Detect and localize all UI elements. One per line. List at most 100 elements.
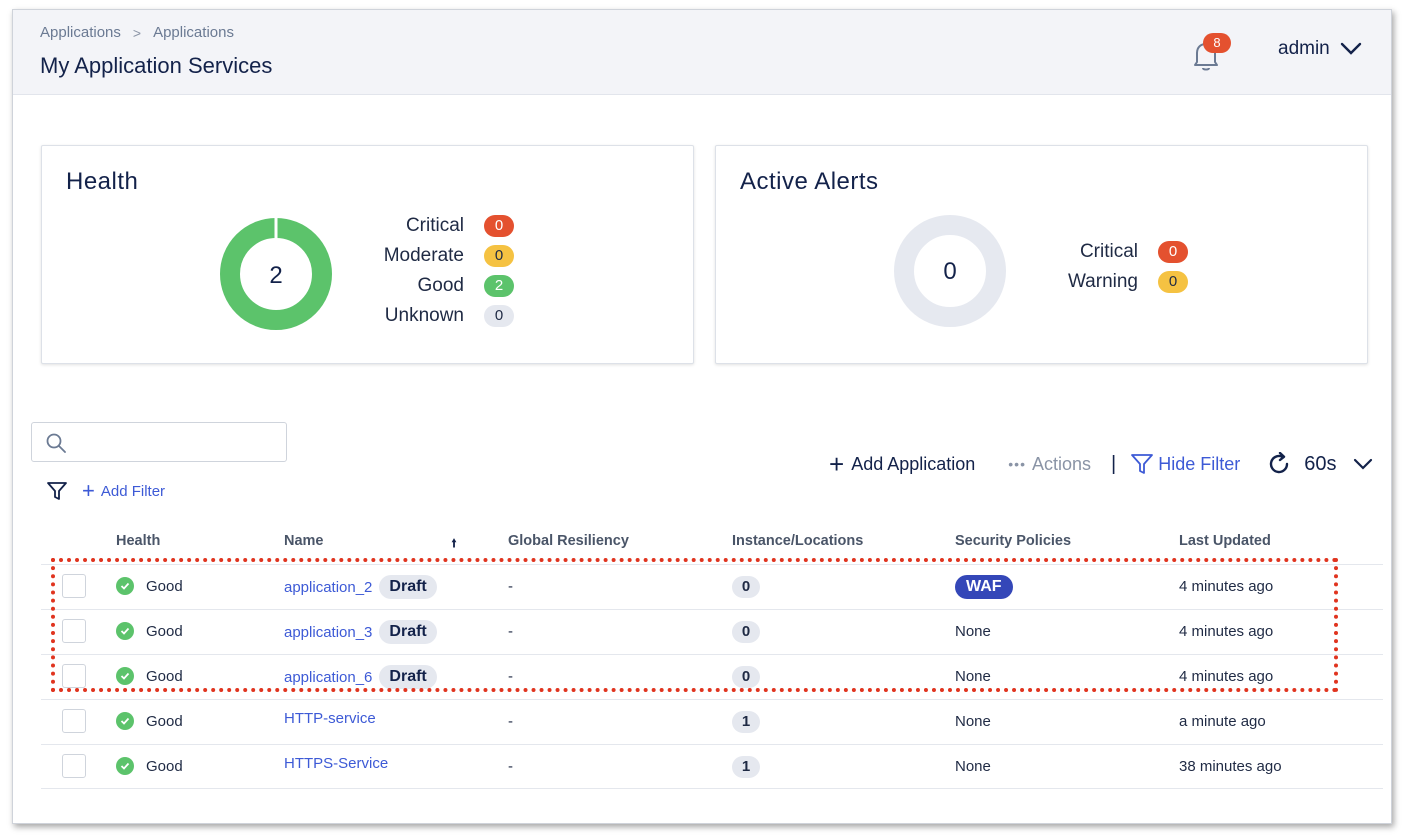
security-policy-value: None	[955, 668, 991, 685]
alerts-card-title: Active Alerts	[740, 168, 879, 195]
application-link[interactable]: application_2	[284, 579, 372, 596]
global-resiliency-value: -	[508, 578, 513, 595]
refresh-interval-value: 60s	[1304, 452, 1337, 475]
plus-icon: +	[82, 478, 95, 503]
add-application-label: Add Application	[851, 453, 976, 474]
column-header-security-policies[interactable]: Security Policies	[955, 533, 1071, 549]
health-card-title: Health	[66, 168, 139, 195]
refresh-button[interactable]	[1268, 452, 1292, 476]
last-updated-value: 4 minutes ago	[1179, 578, 1274, 595]
draft-badge: Draft	[379, 575, 437, 599]
row-checkbox[interactable]	[62, 754, 86, 778]
health-total: 2	[269, 262, 283, 289]
add-application-button[interactable]: + Add Application	[829, 449, 976, 479]
health-legend-good: Good 2	[352, 275, 514, 297]
application-link[interactable]: application_3	[284, 624, 372, 641]
breadcrumb-item-current: Applications	[153, 24, 234, 41]
global-resiliency-value: -	[508, 758, 513, 775]
health-status: Good	[116, 577, 183, 595]
legend-count: 0	[484, 215, 514, 237]
legend-label: Warning	[1067, 271, 1138, 292]
health-label: Good	[146, 757, 183, 775]
health-label: Good	[146, 667, 183, 685]
column-header-instance-locations[interactable]: Instance/Locations	[732, 533, 863, 549]
toolbar-divider: |	[1111, 452, 1117, 475]
draft-badge: Draft	[379, 620, 437, 644]
legend-count: 0	[484, 305, 514, 327]
last-updated-value: 4 minutes ago	[1179, 668, 1274, 685]
sort-ascending-icon[interactable]: 🠙	[451, 534, 457, 555]
column-header-name[interactable]: Name	[284, 533, 324, 549]
alerts-legend-warning: Warning 0	[1026, 271, 1188, 293]
check-circle-icon	[116, 712, 134, 730]
refresh-interval-select[interactable]: 60s	[1304, 453, 1372, 476]
column-header-health[interactable]: Health	[116, 533, 160, 549]
table-row[interactable]: Good application_6 Draft - 0 None 4 minu…	[41, 654, 1383, 699]
table-row[interactable]: Good application_3 Draft - 0 None 4 minu…	[41, 609, 1383, 654]
security-policy-value: None	[955, 623, 991, 640]
row-checkbox[interactable]	[62, 619, 86, 643]
row-checkbox[interactable]	[62, 664, 86, 688]
column-header-last-updated[interactable]: Last Updated	[1179, 533, 1271, 549]
legend-count: 0	[1158, 241, 1188, 263]
row-checkbox[interactable]	[62, 709, 86, 733]
filter-icon[interactable]	[46, 480, 68, 502]
instance-count-badge: 1	[732, 756, 760, 778]
health-status: Good	[116, 667, 183, 685]
health-status: Good	[116, 712, 183, 730]
alerts-legend-critical: Critical 0	[1026, 241, 1188, 263]
plus-icon: +	[829, 449, 845, 479]
table-toolbar: + Add Application ••• Actions | Hide Fil…	[829, 449, 1373, 479]
breadcrumb: Applications > Applications	[40, 24, 234, 41]
legend-label: Unknown	[384, 305, 464, 326]
breadcrumb-item-applications[interactable]: Applications	[40, 24, 121, 41]
refresh-icon	[1270, 452, 1289, 474]
actions-button[interactable]: ••• Actions	[1008, 454, 1091, 475]
name-cell: HTTPS-Service	[284, 755, 388, 772]
user-menu[interactable]: admin	[1278, 38, 1362, 60]
page-header: Applications > Applications My Applicati…	[13, 10, 1391, 95]
chevron-down-icon	[1340, 42, 1361, 55]
row-checkbox[interactable]	[62, 574, 86, 598]
health-status: Good	[116, 622, 183, 640]
health-label: Good	[146, 577, 183, 595]
legend-count: 0	[484, 245, 514, 267]
notification-count-badge: 8	[1203, 33, 1231, 53]
page-title: My Application Services	[40, 53, 273, 78]
search-input[interactable]	[76, 431, 276, 453]
check-circle-icon	[116, 667, 134, 685]
last-updated-value: a minute ago	[1179, 713, 1266, 730]
application-link[interactable]: application_6	[284, 669, 372, 686]
health-label: Good	[146, 622, 183, 640]
health-card: Health 2 Critical 0 Moderate 0 Good 2 Un…	[41, 145, 694, 364]
application-link[interactable]: HTTPS-Service	[284, 755, 388, 772]
last-updated-value: 4 minutes ago	[1179, 623, 1274, 640]
hide-filter-button[interactable]: Hide Filter	[1130, 452, 1240, 476]
waf-policy-badge[interactable]: WAF	[955, 575, 1013, 599]
name-cell: application_6 Draft	[284, 665, 437, 689]
instance-count-badge: 0	[732, 576, 760, 598]
draft-badge: Draft	[379, 665, 437, 689]
app-window: Applications > Applications My Applicati…	[12, 9, 1392, 824]
table-row[interactable]: Good HTTPS-Service - 1 None 38 minutes a…	[41, 744, 1383, 789]
alerts-total: 0	[943, 258, 957, 285]
actions-label: Actions	[1032, 453, 1092, 474]
table-row[interactable]: Good application_2 Draft - 0 WAF 4 minut…	[41, 564, 1383, 609]
column-header-global-resiliency[interactable]: Global Resiliency	[508, 533, 629, 549]
instance-count-badge: 1	[732, 711, 760, 733]
name-cell: application_3 Draft	[284, 620, 437, 644]
add-filter-button[interactable]: + Add Filter	[82, 478, 165, 503]
check-circle-icon	[116, 577, 134, 595]
legend-label: Critical	[1079, 241, 1138, 262]
global-resiliency-value: -	[508, 623, 513, 640]
filter-icon	[1131, 454, 1154, 474]
global-resiliency-value: -	[508, 668, 513, 685]
security-policy-value: None	[955, 758, 991, 775]
user-name: admin	[1278, 38, 1330, 59]
search-icon	[46, 433, 66, 453]
table-row[interactable]: Good HTTP-service - 1 None a minute ago	[41, 699, 1383, 744]
application-link[interactable]: HTTP-service	[284, 710, 376, 727]
chevron-down-icon	[1353, 458, 1372, 470]
name-cell: application_2 Draft	[284, 575, 437, 599]
applications-table: Health Name 🠙 Global Resiliency Instance…	[41, 528, 1383, 789]
